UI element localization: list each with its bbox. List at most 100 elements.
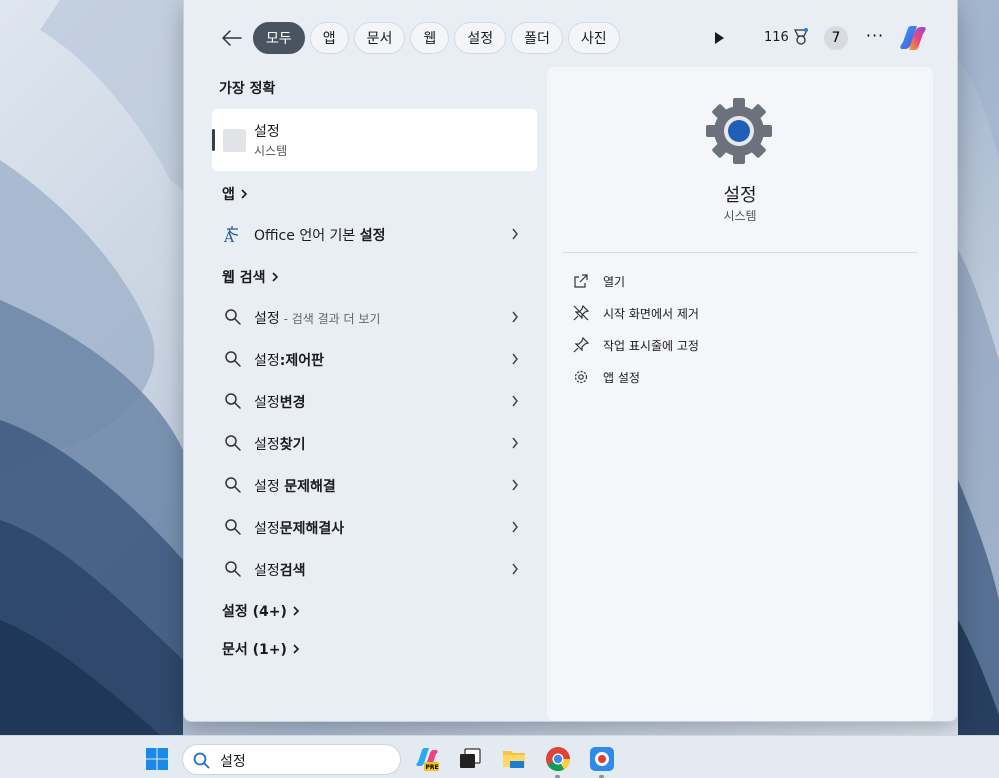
copilot-button[interactable] <box>897 22 929 54</box>
action-unpin-start-label: 시작 화면에서 제거 <box>603 306 699 321</box>
action-open[interactable]: 열기 <box>573 267 625 295</box>
best-match-result[interactable]: 설정 시스템 <box>212 109 537 171</box>
settings-more-header[interactable]: 설정 (4+) <box>222 601 300 621</box>
web-search-result-label: 설정 - 검색 결과 더 보기 <box>254 311 381 327</box>
windows-start-icon[interactable] <box>145 747 169 771</box>
web-search-result-label: 설정:제어판 <box>254 353 325 369</box>
action-app-settings[interactable]: 앱 설정 <box>573 363 640 391</box>
taskbar-search-box[interactable]: 설정 <box>182 744 401 775</box>
filter-photos[interactable]: 사진 <box>567 22 620 54</box>
web-search-result[interactable]: 설정 문제해결 <box>212 466 537 504</box>
search-icon <box>225 309 241 325</box>
documents-more-label: 문서 (1+) <box>222 642 287 658</box>
gear-icon <box>574 370 588 384</box>
chevron-right-icon <box>512 479 518 491</box>
chevron-right-icon <box>512 521 518 533</box>
chevron-right-icon <box>271 272 278 282</box>
taskbar: 설정 PRE <box>0 735 999 778</box>
taskbar-search-value: 설정 <box>220 754 246 770</box>
settings-app-icon <box>223 129 246 152</box>
chevron-right-icon <box>512 353 518 365</box>
result-details-pane: 설정 시스템 열기 시작 화면에서 제거 작업 표시줄에 고정 앱 설정 <box>547 67 933 721</box>
more-filters-button[interactable] <box>710 28 728 48</box>
chevron-right-icon <box>293 606 300 616</box>
detail-subtitle: 시스템 <box>723 209 757 223</box>
filter-all[interactable]: 모두 <box>253 22 305 54</box>
screen-recorder-icon[interactable] <box>589 746 615 772</box>
search-icon <box>225 561 241 577</box>
filter-settings[interactable]: 설정 <box>454 22 507 54</box>
more-options-button[interactable]: ··· <box>864 26 886 50</box>
app-result-office-language[interactable]: A Office 언어 기본 설정 <box>212 215 537 253</box>
office-language-icon: A <box>224 226 239 243</box>
search-icon <box>225 519 241 535</box>
filter-apps[interactable]: 앱 <box>309 22 349 54</box>
medal-icon <box>793 28 808 45</box>
copilot-icon <box>900 26 926 50</box>
selection-indicator <box>212 129 215 151</box>
search-icon <box>225 351 241 367</box>
search-icon <box>225 393 241 409</box>
arrow-left-icon <box>222 30 242 46</box>
search-icon <box>193 752 210 769</box>
best-match-type: 시스템 <box>254 144 288 158</box>
web-search-result[interactable]: 설정변경 <box>212 382 537 420</box>
task-view-icon[interactable] <box>457 746 483 772</box>
web-search-section-label: 웹 검색 <box>222 270 266 286</box>
web-search-result[interactable]: 설정검색 <box>212 550 537 588</box>
web-search-result-label: 설정찾기 <box>254 437 306 453</box>
web-search-result-label: 설정문제해결사 <box>254 521 345 537</box>
web-search-result-label: 설정 문제해결 <box>254 479 336 495</box>
detail-divider <box>563 252 917 253</box>
file-explorer-icon[interactable] <box>501 746 527 772</box>
web-search-result[interactable]: 설정:제어판 <box>212 340 537 378</box>
svg-text:A: A <box>224 230 235 243</box>
filter-folders[interactable]: 폴더 <box>511 22 563 54</box>
best-match-heading: 가장 정확 <box>219 81 276 97</box>
detail-title: 설정 <box>723 185 757 206</box>
pin-icon <box>573 337 589 353</box>
play-icon <box>715 32 724 44</box>
search-icon <box>225 435 241 451</box>
settings-gear-icon <box>706 98 772 164</box>
action-pin-taskbar-label: 작업 표시줄에 고정 <box>603 338 699 353</box>
notification-count-badge[interactable]: 7 <box>824 26 848 50</box>
documents-more-header[interactable]: 문서 (1+) <box>222 639 300 659</box>
action-app-settings-label: 앱 설정 <box>603 370 640 385</box>
web-search-result[interactable]: 설정문제해결사 <box>212 508 537 546</box>
unpin-icon <box>573 305 589 321</box>
web-search-result[interactable]: 설정찾기 <box>212 424 537 462</box>
web-search-result[interactable]: 설정 - 검색 결과 더 보기 <box>212 298 537 336</box>
rewards-points[interactable]: 116 <box>764 28 809 46</box>
chevron-right-icon <box>293 644 300 654</box>
filter-web[interactable]: 웹 <box>410 22 450 54</box>
action-pin-taskbar[interactable]: 작업 표시줄에 고정 <box>573 331 699 359</box>
chevron-right-icon <box>512 228 518 240</box>
app-result-label: Office 언어 기본 설정 <box>254 228 386 244</box>
points-value: 116 <box>764 29 789 45</box>
chrome-icon[interactable] <box>545 746 571 772</box>
search-panel: 모두 앱 문서 웹 설정 폴더 사진 116 7 ··· 가장 정확 설정 시스… <box>183 0 958 722</box>
open-external-icon <box>574 274 588 288</box>
web-search-section-header[interactable]: 웹 검색 <box>222 267 279 287</box>
action-unpin-start[interactable]: 시작 화면에서 제거 <box>573 299 699 327</box>
chevron-right-icon <box>241 189 248 199</box>
filter-documents[interactable]: 문서 <box>353 22 406 54</box>
copilot-preview-app-icon[interactable]: PRE <box>414 746 440 772</box>
chevron-right-icon <box>512 311 518 323</box>
best-match-name: 설정 <box>254 124 280 140</box>
search-icon <box>225 477 241 493</box>
search-top-bar: 모두 앱 문서 웹 설정 폴더 사진 116 7 ··· <box>184 20 959 56</box>
chevron-right-icon <box>512 395 518 407</box>
web-search-result-label: 설정변경 <box>254 395 306 411</box>
chevron-right-icon <box>512 563 518 575</box>
filter-chips: 모두 앱 문서 웹 설정 폴더 사진 <box>253 22 620 54</box>
apps-section-header[interactable]: 앱 <box>222 184 248 204</box>
results-list: 가장 정확 설정 시스템 앱 A Office 언어 기본 설정 웹 검색 설정… <box>184 60 546 722</box>
svg-text:PRE: PRE <box>426 764 439 771</box>
web-search-result-label: 설정검색 <box>254 563 306 579</box>
chevron-right-icon <box>512 437 518 449</box>
back-button[interactable] <box>218 24 246 52</box>
settings-more-label: 설정 (4+) <box>222 604 287 620</box>
apps-section-label: 앱 <box>222 187 235 203</box>
